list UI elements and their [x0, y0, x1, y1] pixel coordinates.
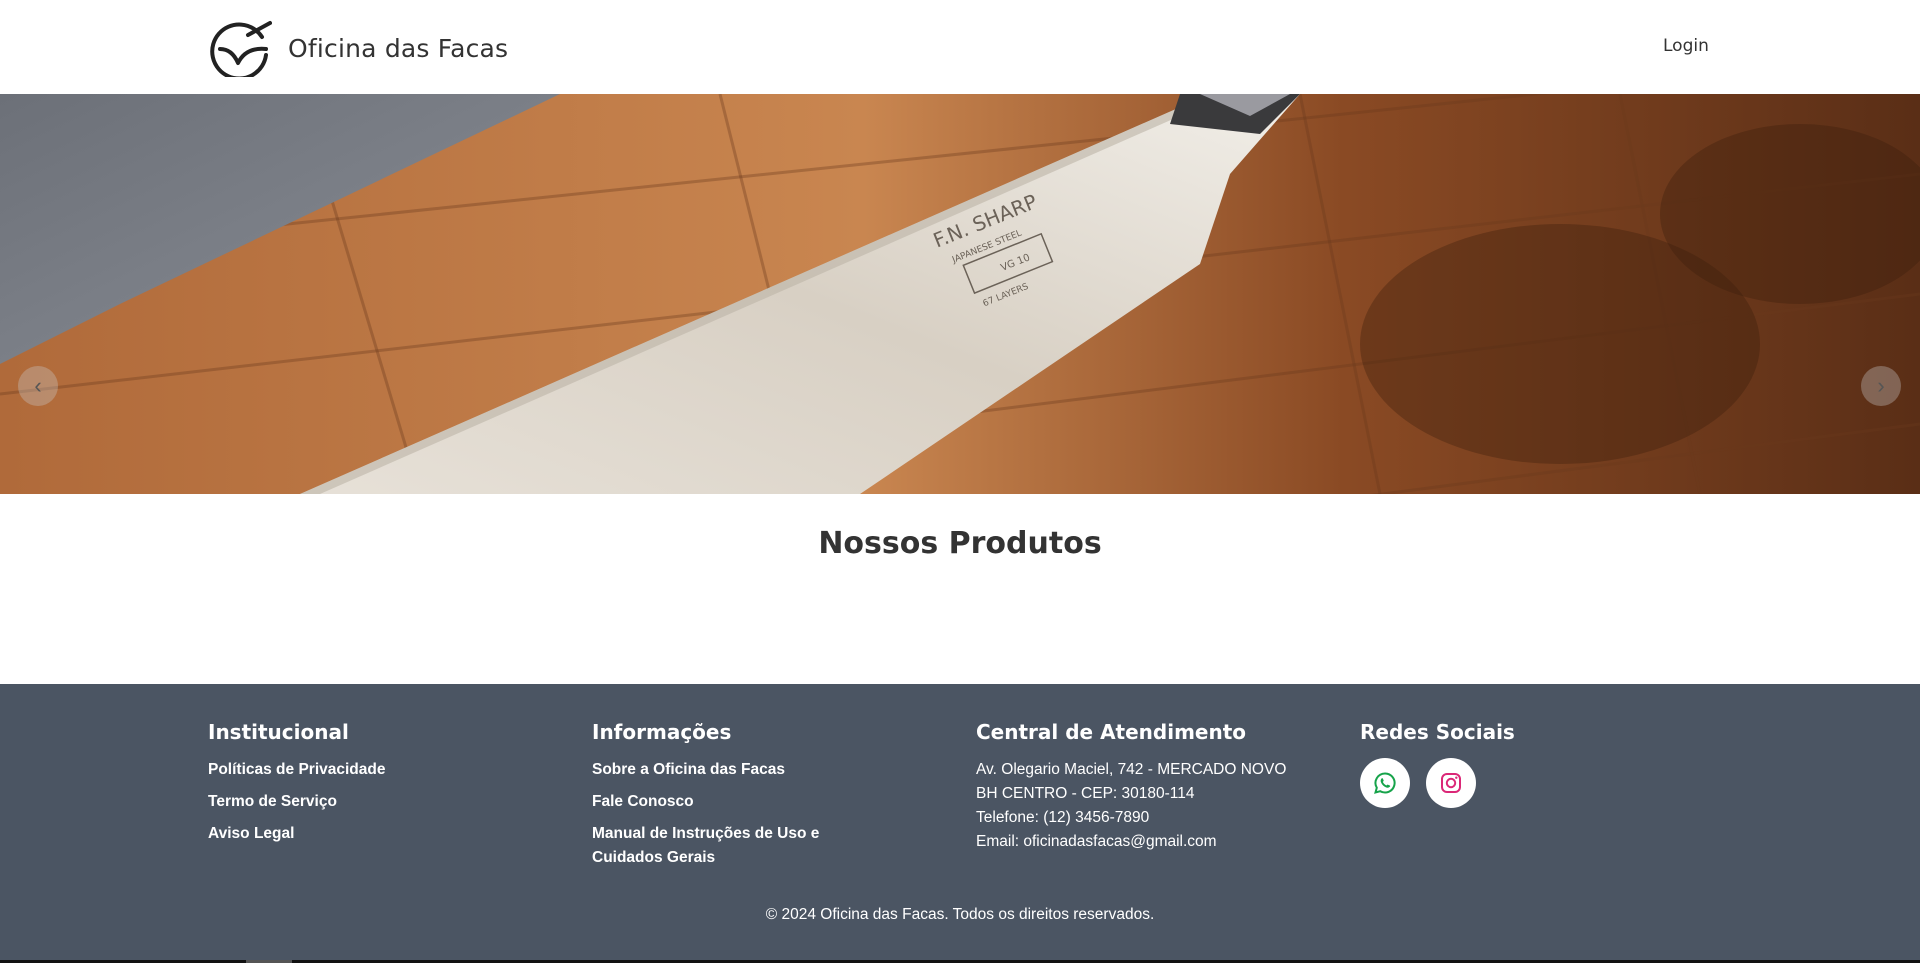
brand-name: Oficina das Facas	[288, 33, 509, 63]
products-title: Nossos Produtos	[818, 526, 1102, 561]
link-privacy-policy[interactable]: Políticas de Privacidade	[208, 758, 385, 782]
footer-heading: Central de Atendimento	[976, 720, 1247, 744]
copyright-text: © 2024 Oficina das Facas. Todos os direi…	[765, 906, 1155, 923]
link-terms-of-service[interactable]: Termo de Serviço	[208, 790, 385, 814]
hero-carousel: F.N. SHARP JAPANESE STEEL VG 10 67 LAYER…	[0, 94, 1920, 494]
whatsapp-button[interactable]	[1360, 758, 1410, 808]
carousel-next-button[interactable]: ›	[1861, 366, 1901, 406]
link-about[interactable]: Sobre a Oficina das Facas	[592, 758, 832, 782]
chevron-right-icon: ›	[1877, 373, 1885, 398]
instagram-icon	[1441, 773, 1461, 793]
link-legal-notice[interactable]: Aviso Legal	[208, 822, 385, 846]
phone-text: Telefone: (12) 3456-7890	[976, 809, 1150, 826]
email-text: Email: oficinadasfacas@gmail.com	[976, 833, 1217, 850]
address-line-2: BH CENTRO - CEP: 30180-114	[976, 785, 1195, 802]
site-header: Oficina das Facas Login	[0, 0, 1920, 94]
chevron-left-icon: ‹	[34, 373, 42, 398]
instagram-button[interactable]	[1426, 758, 1476, 808]
address-line-1: Av. Olegario Maciel, 742 - MERCADO NOVO	[976, 761, 1287, 778]
social-links	[1360, 758, 1515, 808]
footer-col-institucional: Institucional Políticas de Privacidade T…	[208, 720, 385, 854]
whatsapp-icon	[1374, 772, 1396, 794]
footer-heading: Redes Sociais	[1360, 720, 1515, 744]
hero-image: F.N. SHARP JAPANESE STEEL VG 10 67 LAYER…	[0, 94, 1920, 494]
site-footer: Institucional Políticas de Privacidade T…	[0, 684, 1920, 960]
link-manual[interactable]: Manual de Instruções de Uso e Cuidados G…	[592, 822, 832, 870]
link-contact[interactable]: Fale Conosco	[592, 790, 832, 814]
footer-heading: Institucional	[208, 720, 349, 744]
footer-col-redes: Redes Sociais	[1360, 720, 1515, 808]
footer-heading: Informações	[592, 720, 732, 744]
carousel-prev-button[interactable]: ‹	[18, 366, 58, 406]
footer-col-atendimento: Central de Atendimento Av. Olegario Maci…	[976, 720, 1286, 854]
footer-col-informacoes: Informações Sobre a Oficina das Facas Fa…	[592, 720, 832, 878]
knife-logo-icon	[210, 21, 272, 77]
login-link[interactable]: Login	[1663, 36, 1709, 56]
brand[interactable]: Oficina das Facas	[208, 19, 508, 77]
